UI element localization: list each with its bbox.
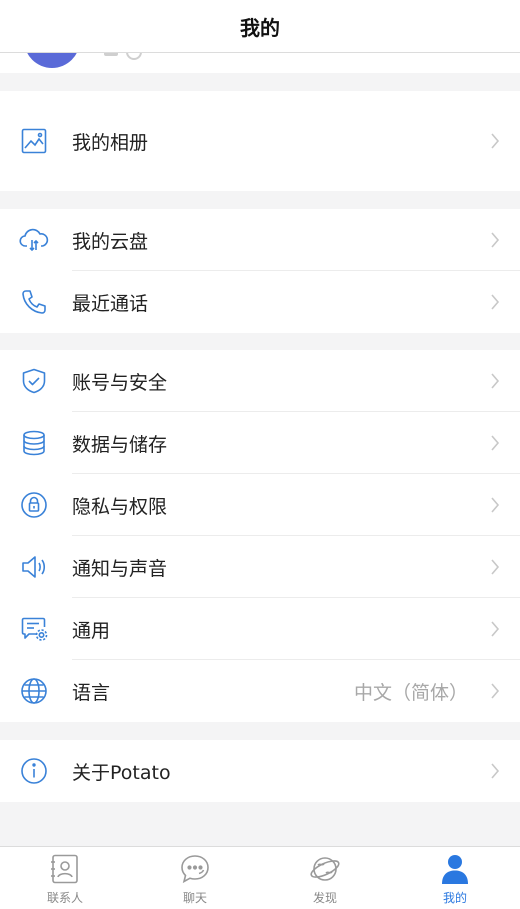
info-icon bbox=[19, 756, 49, 786]
row-privacy-permissions[interactable]: 隐私与权限 bbox=[0, 474, 520, 536]
lock-icon bbox=[19, 490, 49, 520]
contacts-icon bbox=[51, 854, 78, 884]
row-my-cloud-drive[interactable]: 我的云盘 bbox=[0, 209, 520, 271]
language-value: 中文（简体） bbox=[353, 681, 468, 704]
tab-label: 我的 bbox=[442, 891, 467, 905]
row-recent-calls[interactable]: 最近通话 bbox=[0, 271, 520, 333]
tab-contacts[interactable]: 联系人 bbox=[0, 847, 130, 909]
tab-chat[interactable]: 聊天 bbox=[130, 847, 260, 909]
phone-icon bbox=[19, 287, 49, 317]
tab-me[interactable]: 我的 bbox=[390, 847, 520, 909]
settings-group-preferences: 账号与安全 数据与储存 隐私与权限 通知与声音 通用 语言 中文（简体） bbox=[0, 350, 520, 722]
discover-icon bbox=[310, 857, 340, 881]
row-label: 我的相册 bbox=[72, 131, 149, 154]
row-label: 语言 bbox=[72, 681, 111, 704]
chat-icon bbox=[181, 855, 209, 884]
bottom-tab-bar: 联系人 聊天 发现 我的 bbox=[0, 846, 520, 909]
settings-group-storage: 我的云盘 最近通话 bbox=[0, 209, 520, 333]
globe-icon bbox=[19, 676, 49, 706]
profile-badge-icon bbox=[126, 52, 142, 60]
tab-label: 联系人 bbox=[46, 891, 83, 905]
chevron-right-icon bbox=[491, 133, 500, 149]
photo-album-icon bbox=[19, 126, 49, 156]
chevron-right-icon bbox=[491, 621, 500, 637]
settings-group-about: 关于Potato bbox=[0, 740, 520, 802]
chevron-right-icon bbox=[491, 763, 500, 779]
row-language[interactable]: 语言 中文（简体） bbox=[0, 660, 520, 722]
speaker-icon bbox=[19, 552, 49, 582]
tab-discover[interactable]: 发现 bbox=[260, 847, 390, 909]
row-account-security[interactable]: 账号与安全 bbox=[0, 350, 520, 412]
row-label: 我的云盘 bbox=[72, 230, 149, 253]
chevron-right-icon bbox=[491, 683, 500, 699]
general-settings-icon bbox=[19, 614, 49, 644]
chevron-right-icon bbox=[491, 232, 500, 248]
row-label: 隐私与权限 bbox=[72, 495, 168, 518]
profile-card-peek[interactable] bbox=[0, 52, 520, 73]
profile-icon bbox=[442, 855, 468, 884]
chevron-right-icon bbox=[491, 294, 500, 310]
chevron-right-icon bbox=[491, 497, 500, 513]
row-label: 通知与声音 bbox=[72, 557, 168, 580]
row-label: 最近通话 bbox=[72, 292, 149, 315]
avatar[interactable] bbox=[24, 52, 80, 68]
chevron-right-icon bbox=[491, 559, 500, 575]
chevron-right-icon bbox=[491, 435, 500, 451]
database-icon bbox=[19, 428, 49, 458]
cloud-drive-icon bbox=[19, 225, 49, 255]
shield-check-icon bbox=[19, 366, 49, 396]
row-notifications-sounds[interactable]: 通知与声音 bbox=[0, 536, 520, 598]
tab-label: 聊天 bbox=[182, 891, 207, 905]
row-about[interactable]: 关于Potato bbox=[0, 740, 520, 802]
row-label: 数据与储存 bbox=[72, 433, 168, 456]
row-my-album[interactable]: 我的相册 bbox=[0, 91, 520, 191]
settings-group-album: 我的相册 bbox=[0, 91, 520, 191]
tab-label: 发现 bbox=[312, 891, 337, 905]
row-data-storage[interactable]: 数据与储存 bbox=[0, 412, 520, 474]
chevron-right-icon bbox=[491, 373, 500, 389]
page-title: 我的 bbox=[240, 15, 280, 40]
row-general[interactable]: 通用 bbox=[0, 598, 520, 660]
row-label: 关于Potato bbox=[72, 761, 171, 784]
row-label: 通用 bbox=[72, 619, 111, 642]
top-bar: 我的 bbox=[0, 0, 520, 53]
row-label: 账号与安全 bbox=[72, 371, 168, 394]
